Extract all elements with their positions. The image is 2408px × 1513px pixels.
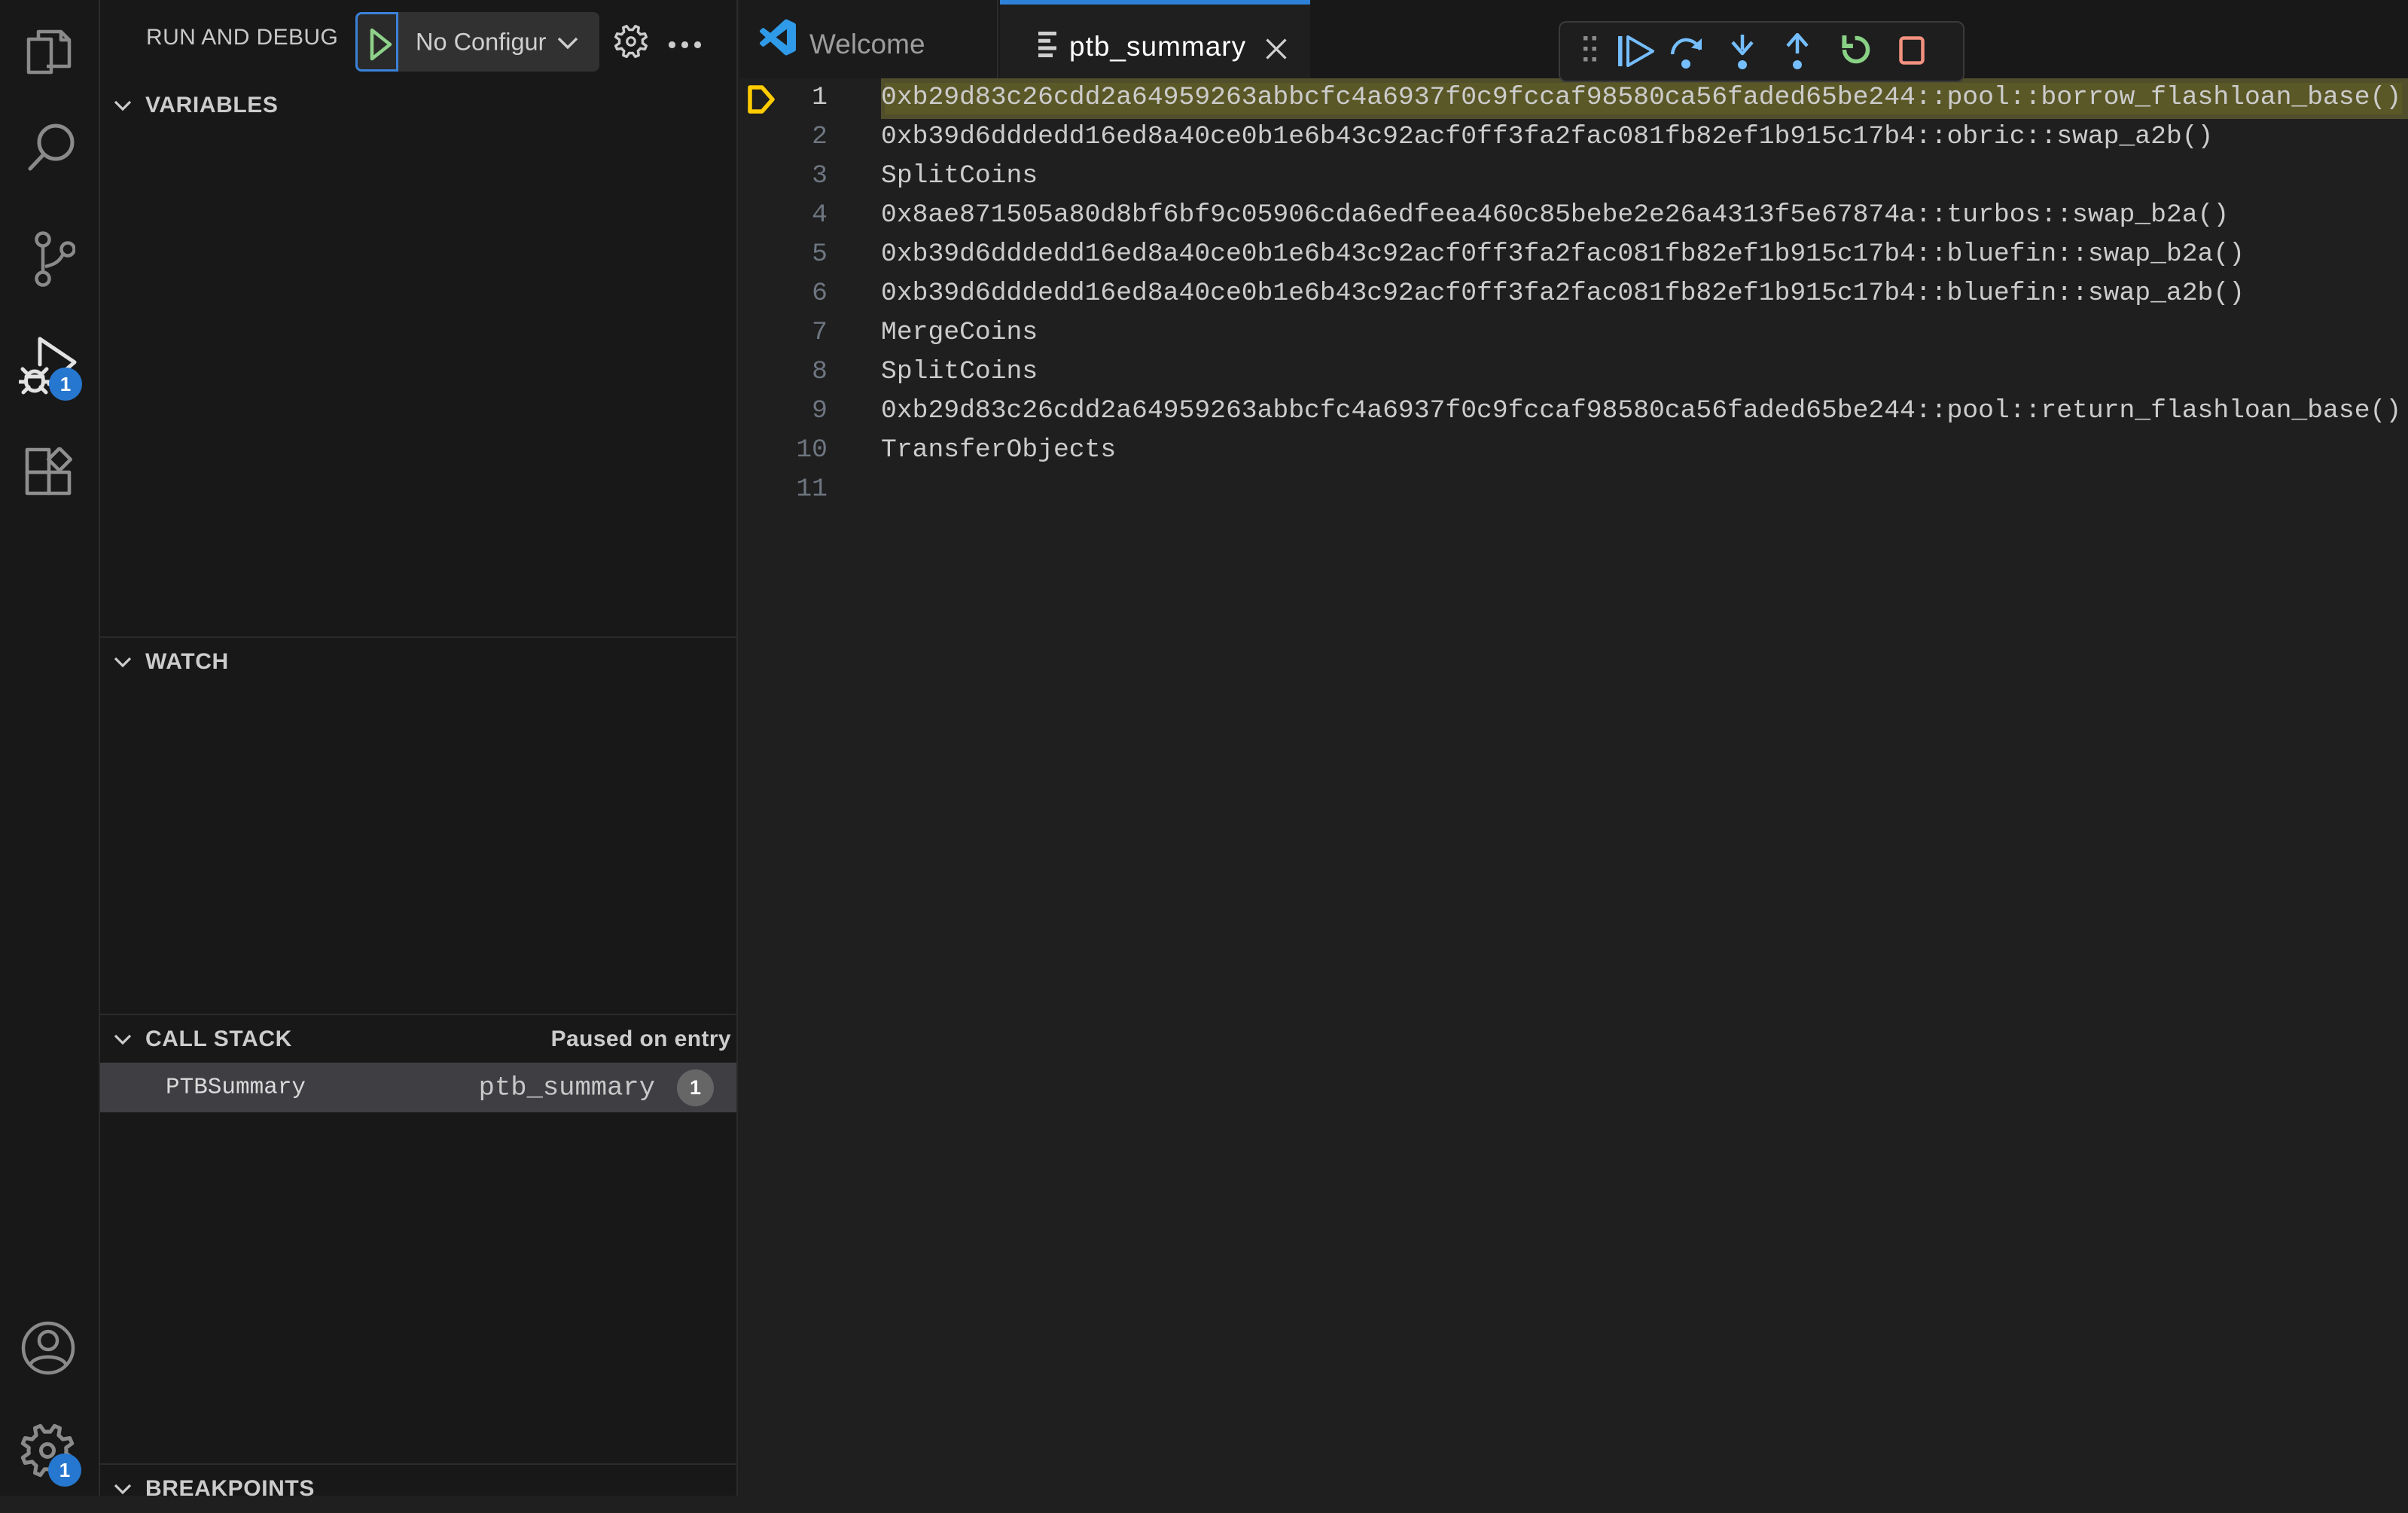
svg-text:1: 1 bbox=[60, 373, 71, 395]
